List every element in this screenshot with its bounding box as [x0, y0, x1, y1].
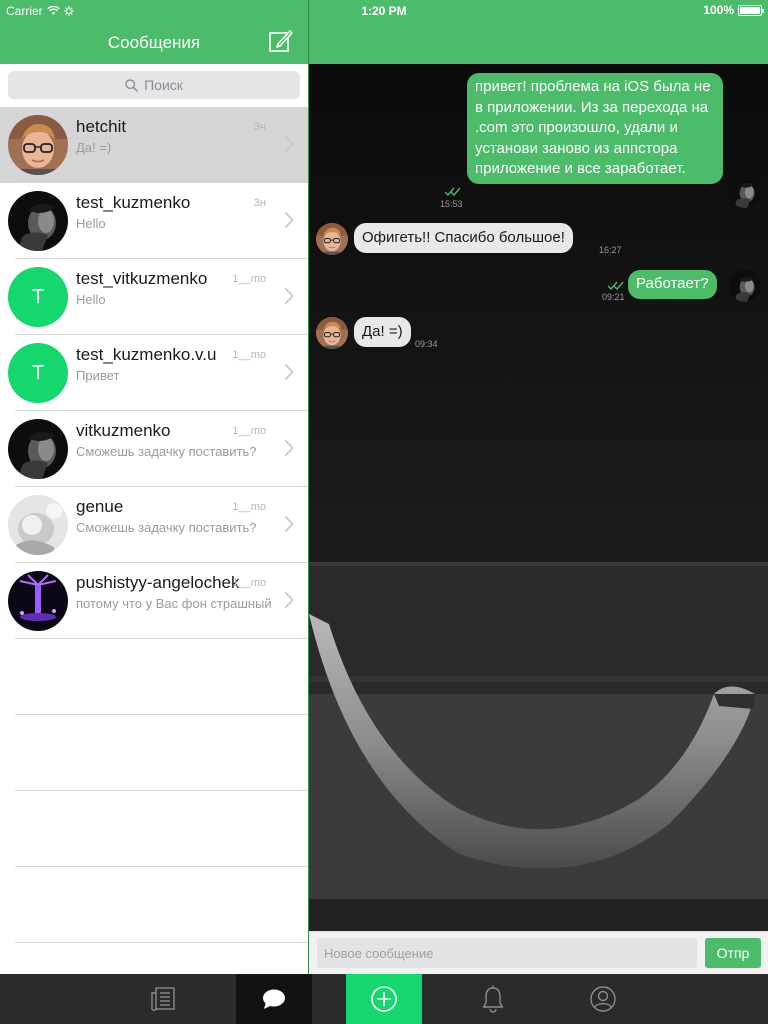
own-avatar [729, 176, 761, 208]
message-input[interactable]: Новое сообщение [317, 938, 697, 968]
contact-avatar [316, 317, 348, 349]
tab-bar [0, 974, 768, 1024]
conversation-preview: Да! =) [76, 140, 112, 155]
outgoing-message[interactable]: привет! проблема на iOS была не в прилож… [467, 73, 723, 184]
message-placeholder: Новое сообщение [324, 946, 434, 961]
conversation-name: hetchit [76, 117, 127, 136]
conversation-row[interactable]: hetchit Да! =) 3ч [0, 107, 308, 183]
battery-icon [738, 4, 764, 16]
tab-messages[interactable] [236, 974, 312, 1024]
conversation-row[interactable]: pushistyy-angelochek потому что у Вас фон… [0, 563, 308, 639]
chat-header [309, 0, 768, 64]
message-time: 15:53 [440, 199, 463, 209]
avatar [8, 495, 68, 555]
tab-new-post[interactable] [346, 974, 422, 1024]
tab-profile[interactable] [565, 974, 641, 1024]
message-composer: Новое сообщение Отпр [309, 931, 768, 974]
conversation-preview: Hello [76, 292, 106, 307]
conversation-preview: Hello [76, 216, 106, 231]
conversation-preview: Сможешь задачку поставить? [76, 520, 257, 535]
conversation-time: 1__mo [232, 349, 266, 361]
search-icon [125, 78, 138, 92]
incoming-message[interactable]: Да! =) [354, 317, 411, 347]
message-time: 09:21 [602, 292, 625, 302]
compose-button[interactable] [266, 28, 294, 54]
avatar [8, 191, 68, 251]
conversation-row[interactable]: test_kuzmenko Hello 3н [0, 183, 308, 259]
conversation-name: test_kuzmenko.v.u [76, 345, 217, 364]
empty-row [0, 791, 308, 867]
status-carrier: Carrier [6, 4, 74, 18]
read-checkmarks-icon [607, 278, 625, 291]
status-battery: 100% [703, 3, 764, 17]
page-title: Сообщения [107, 33, 201, 52]
tab-news[interactable] [125, 974, 201, 1024]
conversation-time: 1__mo [232, 425, 266, 437]
chevron-right-icon [284, 591, 294, 609]
conversation-name: test_kuzmenko [76, 193, 191, 212]
empty-row [0, 639, 308, 715]
chevron-right-icon [284, 439, 294, 457]
outgoing-message[interactable]: Работает? [628, 270, 717, 299]
conversation-name: pushistyy-angelochek [76, 573, 240, 592]
compose-icon [269, 30, 293, 52]
bell-icon [482, 985, 504, 1013]
wifi-icon [46, 6, 60, 15]
conversation-row[interactable]: vitkuzmenko Сможешь задачку поставить? 1__… [0, 411, 308, 487]
chevron-right-icon [284, 211, 294, 229]
send-button[interactable]: Отпр [705, 938, 761, 968]
conversation-row[interactable]: Ttest_kuzmenko.v.u Привет 1__mo [0, 335, 308, 411]
message-time: 16:27 [599, 245, 622, 255]
chevron-right-icon [284, 515, 294, 533]
avatar [8, 571, 68, 631]
read-checkmarks-icon [444, 184, 462, 197]
conversation-name: test_vitkuzmenko [76, 269, 208, 288]
search-input[interactable]: Поиск [8, 71, 300, 99]
conversation-preview: потому что у Вас фон страшный [76, 596, 272, 611]
conversation-list-pane: Поиск hetchit Да! =) 3ч test_kuzmenko Hello… [0, 64, 308, 974]
search-placeholder: Поиск [144, 77, 183, 93]
own-avatar [729, 270, 761, 302]
conversation-name: vitkuzmenko [76, 421, 171, 440]
conversation-row[interactable]: Ttest_vitkuzmenko Hello 1__mo [0, 259, 308, 335]
conversation-time: 1__mo [232, 501, 266, 513]
tab-notifications[interactable] [455, 974, 531, 1024]
empty-row [0, 867, 308, 943]
empty-row [0, 715, 308, 791]
profile-icon [590, 986, 616, 1012]
avatar: T [8, 343, 68, 403]
activity-spinner-icon [63, 6, 74, 16]
avatar-letter: T [8, 343, 68, 403]
message-time: 09:34 [415, 339, 438, 349]
conversation-row[interactable]: genue Сможешь задачку поставить? 1__mo [0, 487, 308, 563]
avatar: T [8, 267, 68, 327]
search-bar: Поиск [0, 64, 308, 107]
chevron-right-icon [284, 363, 294, 381]
chat-bubble-icon [263, 989, 285, 1009]
chevron-right-icon [284, 135, 294, 153]
avatar-letter: T [8, 267, 68, 327]
conversation-preview: Привет [76, 368, 120, 383]
conversation-preview: Сможешь задачку поставить? [76, 444, 257, 459]
conversation-list: hetchit Да! =) 3ч test_kuzmenko Hello 3н Ttes… [0, 107, 308, 639]
conversation-name: genue [76, 497, 124, 516]
avatar [8, 115, 68, 175]
contact-avatar [316, 223, 348, 255]
chevron-right-icon [284, 287, 294, 305]
plus-circle-icon [371, 986, 397, 1012]
battery-label: 100% [703, 3, 734, 17]
chat-background: привет! проблема на iOS была не в прилож… [309, 64, 768, 931]
avatar [8, 419, 68, 479]
conversation-time: 1__mo [232, 273, 266, 285]
conversation-time: 3н [253, 197, 266, 209]
banana-background-image [309, 64, 768, 931]
incoming-message[interactable]: Офигеть!! Спасибо большое! [354, 223, 573, 253]
conversation-time: 3ч [254, 121, 266, 133]
conversation-time: 1__mo [232, 577, 266, 589]
news-icon [151, 987, 175, 1011]
carrier-label: Carrier [6, 4, 43, 18]
